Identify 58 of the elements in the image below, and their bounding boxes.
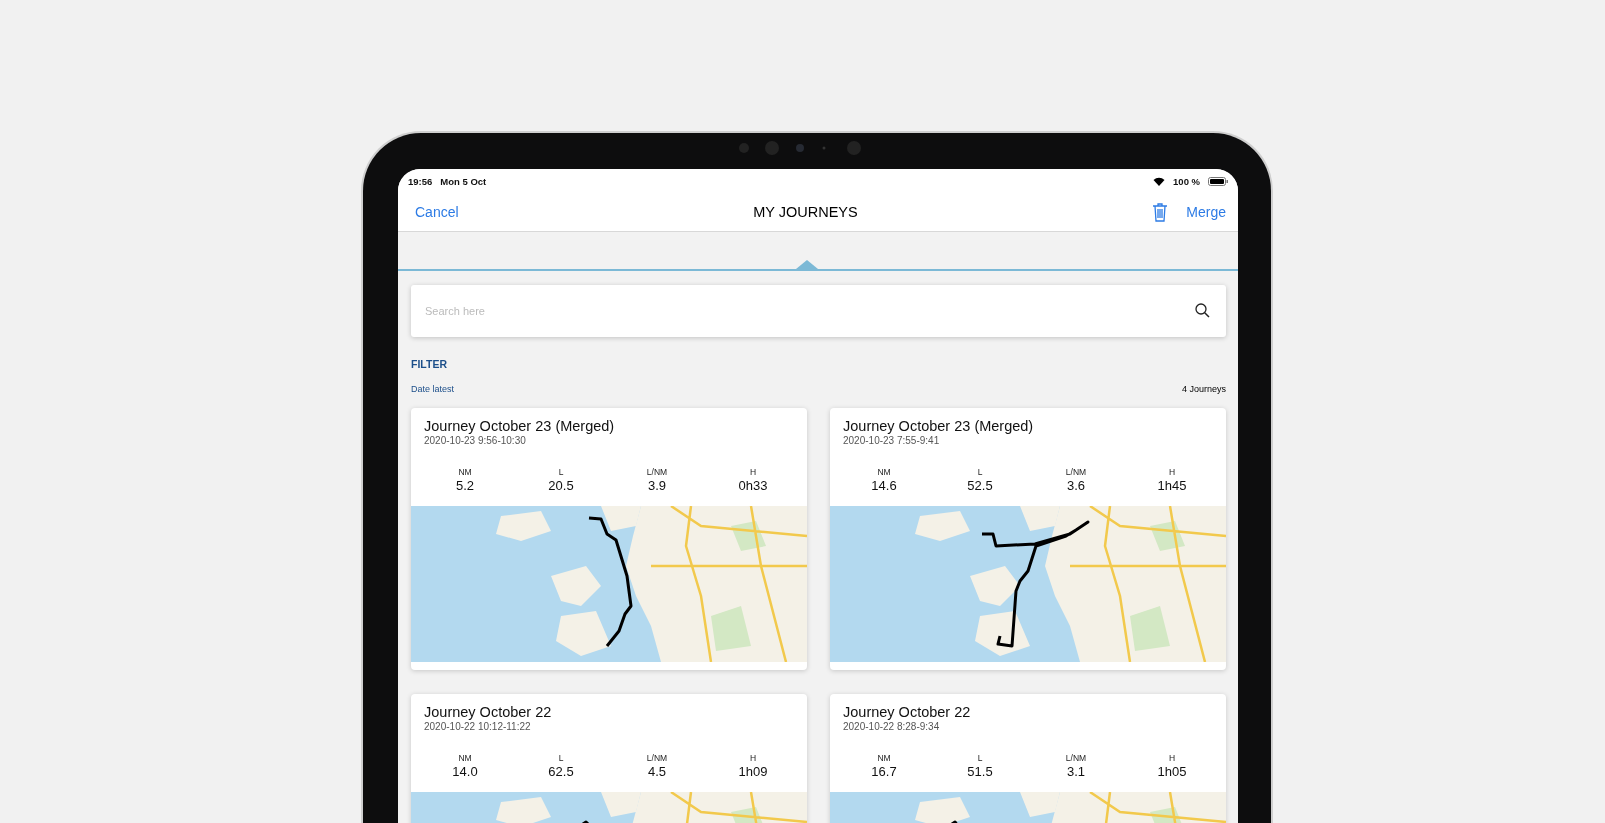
journey-card[interactable]: Journey October 22 2020-10-22 8:28-9:34 NM 16.7 L 51.5 L/NM 3.1 H 1h05 [830,694,1226,823]
stat-value: 3.6 [1066,478,1086,493]
journey-card[interactable]: Journey October 23 (Merged) 2020-10-23 7:55-9:41 NM 14.6 L 52.5 L/NM 3.6 H 1h45 [830,408,1226,670]
wifi-icon [1153,176,1166,186]
stat-value: 1h05 [1157,764,1187,779]
stat-label: L [558,753,564,763]
stat-value: 3.1 [1066,764,1086,779]
screen-title: MY JOURNEYS [752,204,859,220]
journey-card[interactable]: Journey October 22 2020-10-22 10:12-11:22 NM 14.0 L 62.5 L/NM 4.5 H 1h09 [411,694,807,823]
journey-time: 2020-10-22 10:12-11:22 [424,721,532,732]
search-field[interactable]: Search here [411,285,1226,337]
stat-label: NM [458,753,472,763]
stat-value: 52.5 [967,478,993,493]
status-time: 19:56 [408,175,433,187]
sort-option[interactable]: Date latest [411,384,455,394]
stat-label: L/NM [1065,467,1087,477]
journey-card[interactable]: Journey October 23 (Merged) 2020-10-23 9:56-10:30 NM 5.2 L 20.5 L/NM 3.9 H 0h33 [411,408,807,670]
cancel-button[interactable]: Cancel [415,204,459,220]
battery-percentage: 100 % [1173,175,1200,187]
stat-value: 1h45 [1157,478,1187,493]
filter-heading: FILTER [411,358,448,370]
stat-label: NM [458,467,472,477]
stat-label: L/NM [1065,753,1087,763]
journey-time: 2020-10-23 9:56-10:30 [424,435,527,446]
journey-title: Journey October 23 (Merged) [424,418,616,434]
stat-label: NM [877,467,891,477]
stat-label: L [977,753,983,763]
journey-time: 2020-10-23 7:55-9:41 [843,435,941,446]
stat-label: H [1168,753,1176,763]
stat-value: 16.7 [871,764,897,779]
trash-icon[interactable] [1152,202,1169,222]
journey-title: Journey October 23 (Merged) [843,418,1035,434]
stat-value: 14.0 [452,764,478,779]
stat-value: 62.5 [548,764,574,779]
stat-value: 0h33 [738,478,768,493]
stat-value: 20.5 [548,478,574,493]
stat-value: 5.2 [455,478,475,493]
stat-value: 51.5 [967,764,993,779]
stat-label: H [749,753,757,763]
stat-label: L/NM [646,467,668,477]
journey-title: Journey October 22 [843,704,972,720]
battery-icon [1208,176,1228,186]
stat-value: 14.6 [871,478,897,493]
stat-label: L [977,467,983,477]
search-icon [1195,303,1210,318]
stat-label: L/NM [646,753,668,763]
stat-label: NM [877,753,891,763]
journey-title: Journey October 22 [424,704,553,720]
journey-count: 4 Journeys [1181,384,1226,394]
stat-label: H [749,467,757,477]
status-date: Mon 5 Oct [440,175,487,187]
stat-value: 3.9 [647,478,667,493]
stat-value: 1h09 [738,764,768,779]
merge-button[interactable]: Merge [1186,204,1226,220]
stat-label: H [1168,467,1176,477]
stat-value: 4.5 [647,764,667,779]
stat-label: L [558,467,564,477]
journey-time: 2020-10-22 8:28-9:34 [843,721,941,732]
